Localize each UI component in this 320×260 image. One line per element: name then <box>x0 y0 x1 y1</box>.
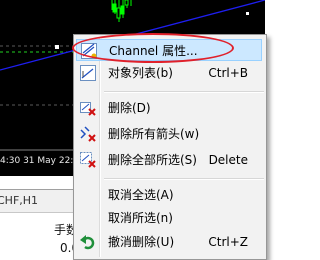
menu-separator <box>104 91 264 93</box>
context-menu: Channel 属性... 对象列表(b) Ctrl+B 删除(D) 删除所有箭… <box>73 34 267 260</box>
menu-item-label: 删除(D) <box>108 101 151 115</box>
menu-separator <box>104 178 264 180</box>
undo-icon <box>80 234 96 250</box>
highlight-annotation-ellipse <box>72 33 234 63</box>
menu-item-label: 删除所有箭头(w) <box>108 127 200 141</box>
time-axis-labels: 4:30 31 May 22:3 <box>0 156 80 166</box>
menu-item-object-list[interactable]: 对象列表(b) Ctrl+B <box>76 62 262 84</box>
divider <box>0 212 80 213</box>
chart-tab-label: CHF,H1 <box>0 194 39 207</box>
chart-tab[interactable]: CHF,H1 <box>0 189 75 212</box>
menu-item-deselect[interactable]: 取消所选(n) <box>76 207 262 229</box>
object-list-icon <box>80 65 96 81</box>
menu-item-label: 撤消删除(U) <box>108 235 175 249</box>
menu-item-label: 取消所选(n) <box>108 211 173 225</box>
anchor-point <box>246 12 249 15</box>
menu-item-shortcut: Ctrl+Z <box>208 235 248 249</box>
delete-icon <box>80 100 96 116</box>
menu-item-label: 取消全选(A) <box>108 188 174 202</box>
menu-item-shortcut: Delete <box>208 153 248 167</box>
menu-item-label: 对象列表(b) <box>108 66 173 80</box>
candles <box>111 0 132 22</box>
menu-item-undo-delete[interactable]: 撤消删除(U) Ctrl+Z <box>76 231 262 253</box>
delete-arrows-icon <box>80 126 96 142</box>
menu-item-shortcut: Ctrl+B <box>208 66 248 80</box>
menu-item-delete-all-arrows[interactable]: 删除所有箭头(w) <box>76 123 262 145</box>
menu-item-label: 删除全部所选(S) <box>108 153 197 167</box>
delete-selected-icon <box>80 152 96 168</box>
menu-item-deselect-all[interactable]: 取消全选(A) <box>76 184 262 206</box>
menu-item-delete[interactable]: 删除(D) <box>76 97 262 119</box>
anchor-point <box>55 45 59 49</box>
menu-item-delete-all-selected[interactable]: 删除全部所选(S) Delete <box>76 149 262 171</box>
